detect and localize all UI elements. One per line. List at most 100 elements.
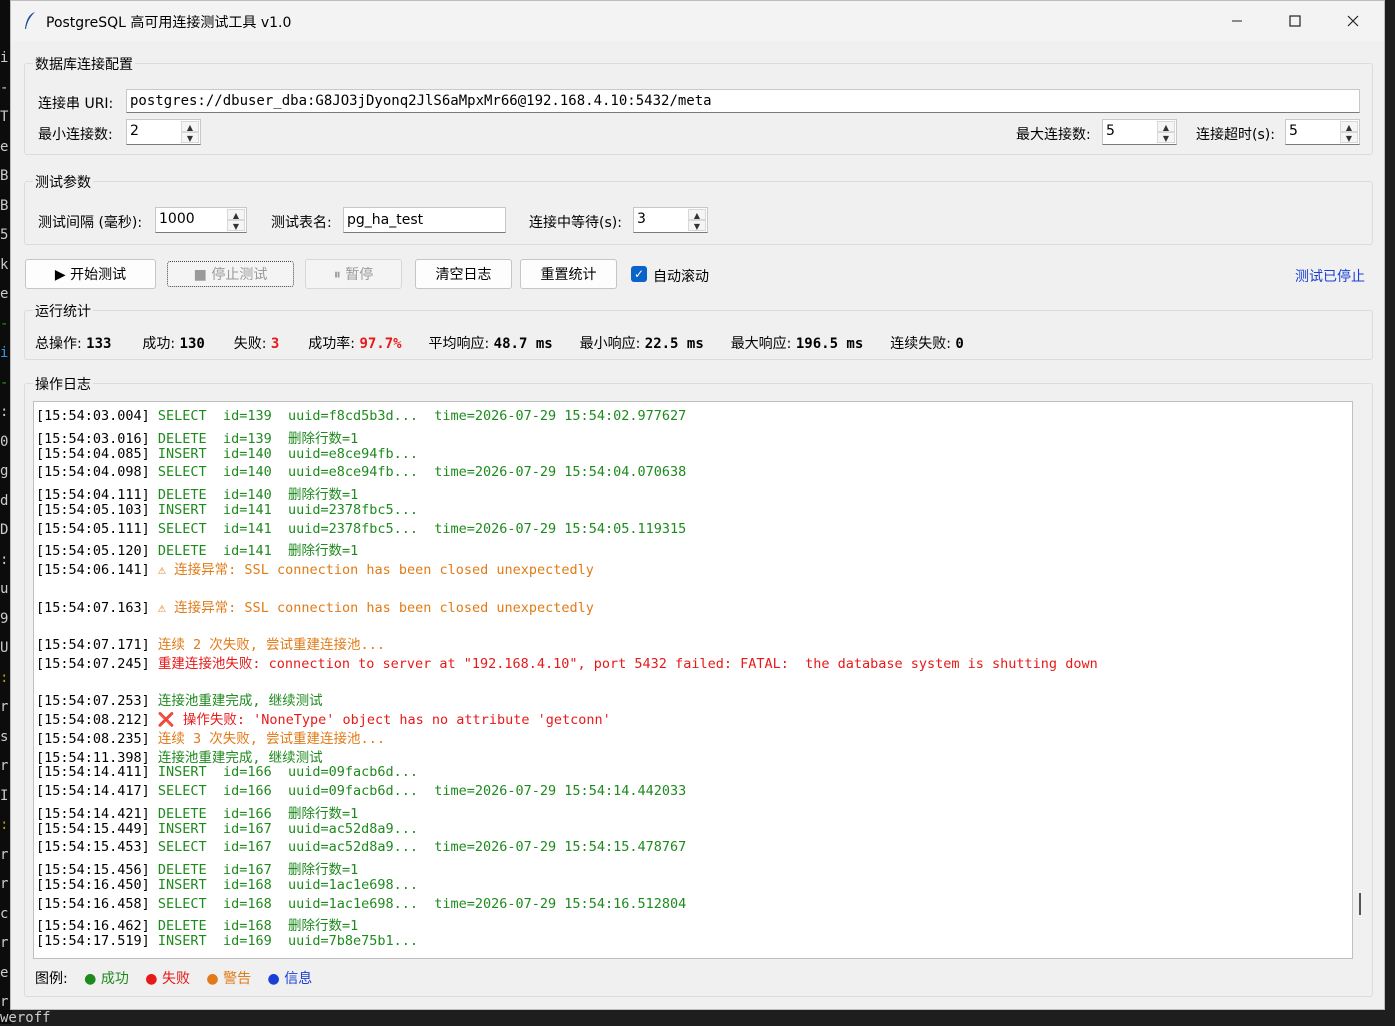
log-line: [15:54:06.141] ⚠ 连接异常: SSL connection ha… — [36, 558, 594, 578]
log-line: [15:54:16.458] SELECT id=168 uuid=1ac1e6… — [36, 896, 686, 915]
log-line: [15:54:16.450] INSERT id=168 uuid=1ac1e6… — [36, 877, 418, 896]
log-line: [15:54:07.253] 连接池重建完成, 继续测试 — [36, 689, 323, 710]
title-bar[interactable]: PostgreSQL 高可用连接测试工具 v1.0 — [11, 1, 1384, 41]
maximize-button[interactable] — [1266, 1, 1324, 41]
log-timestamp: [15:54:06.141] — [36, 562, 158, 578]
spin-down-icon[interactable]: ▼ — [227, 220, 245, 231]
fail-label: 失败: — [233, 336, 267, 352]
log-timestamp: [15:54:16.458] — [36, 895, 158, 912]
minimize-button[interactable] — [1208, 1, 1266, 41]
log-text-area[interactable]: [15:54:03.004] SELECT id=139 uuid=f8cd5b… — [33, 401, 1353, 959]
interval-value: 1000 — [159, 211, 195, 227]
log-line: [15:54:14.411] INSERT id=166 uuid=09facb… — [36, 764, 418, 783]
terminal-char: I — [0, 787, 9, 804]
log-timestamp: [15:54:07.253] — [36, 693, 158, 710]
close-button[interactable] — [1324, 1, 1382, 41]
terminal-char: r — [0, 935, 9, 951]
log-message: SELECT id=167 uuid=ac52d8a9... time=2026… — [157, 839, 687, 856]
table-name-input[interactable]: pg_ha_test — [343, 207, 506, 233]
success-rate-label: 成功率: — [308, 336, 355, 352]
log-line: [15:54:04.085] INSERT id=140 uuid=e8ce94… — [36, 446, 418, 465]
reset-stats-button[interactable]: 重置统计 — [520, 259, 617, 289]
timeout-value: 5 — [1289, 123, 1298, 139]
spin-up-icon[interactable]: ▲ — [1340, 121, 1358, 132]
terminal-char: - — [0, 315, 9, 332]
log-line: [15:54:08.235] 连续 3 次失败, 尝试重建连接池... — [36, 727, 385, 747]
log-line: [15:54:07.163] ⚠ 连接异常: SSL connection ha… — [36, 596, 594, 616]
log-timestamp: [15:54:07.163] — [36, 599, 158, 616]
legend-info: ● 信息 — [267, 971, 313, 987]
log-message: SELECT id=166 uuid=09facb6d... time=2026… — [157, 783, 687, 799]
scrollbar-thumb[interactable] — [1359, 893, 1361, 915]
log-line: [15:54:11.398] 连接池重建完成, 继续测试 — [36, 746, 323, 766]
spin-up-icon[interactable]: ▲ — [181, 121, 199, 132]
log-timestamp: [15:54:16.462] — [36, 918, 158, 935]
log-timestamp: [15:54:14.411] — [36, 764, 158, 781]
timeout-spinbox[interactable]: 5 ▲ ▼ — [1285, 119, 1360, 145]
max-conn-spinbox[interactable]: 5 ▲ ▼ — [1102, 119, 1177, 145]
log-timestamp: [15:54:15.449] — [36, 820, 158, 837]
log-line: [15:54:15.456] DELETE id=167 删除行数=1 — [36, 858, 358, 878]
log-message: SELECT id=168 uuid=1ac1e698... time=2026… — [157, 895, 687, 912]
spin-down-icon[interactable]: ▼ — [688, 220, 706, 231]
legend-label: 图例: — [35, 971, 68, 987]
log-message: 连续 3 次失败, 尝试重建连接池... — [157, 730, 385, 747]
spin-up-icon[interactable]: ▲ — [688, 209, 706, 220]
min-conn-value: 2 — [130, 123, 139, 139]
timeout-label: 连接超时(s): — [1196, 127, 1275, 143]
log-timestamp: [15:54:11.398] — [36, 749, 158, 766]
table-name-label: 测试表名: — [271, 215, 332, 231]
min-conn-spinbox[interactable]: 2 ▲ ▼ — [126, 119, 201, 145]
log-message: INSERT id=166 uuid=09facb6d... — [157, 764, 419, 781]
stop-test-button[interactable]: ■ 停止测试 — [167, 261, 294, 287]
log-message: 连续 2 次失败, 尝试重建连接池... — [157, 637, 385, 653]
log-message: SELECT id=140 uuid=e8ce94fb... time=2026… — [157, 464, 687, 481]
spin-down-icon[interactable]: ▼ — [1157, 132, 1175, 143]
autoscroll-checkbox[interactable]: ✓ — [631, 266, 647, 282]
log-message: DELETE id=140 删除行数=1 — [157, 487, 359, 503]
log-timestamp: [15:54:05.103] — [36, 501, 158, 518]
terminal-char: i — [0, 345, 9, 361]
spin-up-icon[interactable]: ▲ — [227, 209, 245, 220]
success-value: 130 — [179, 336, 205, 352]
max-conn-value: 5 — [1106, 123, 1115, 139]
avg-response-label: 平均响应: — [428, 336, 490, 352]
clear-log-button[interactable]: 清空日志 — [415, 259, 512, 289]
terminal-char: e — [0, 138, 9, 155]
log-scrollbar[interactable] — [1353, 401, 1367, 959]
log-timestamp: [15:54:05.111] — [36, 520, 158, 537]
log-timestamp: [15:54:04.085] — [36, 445, 158, 462]
terminal-char: r — [0, 699, 9, 715]
log-message: DELETE id=168 删除行数=1 — [157, 918, 359, 935]
start-test-button[interactable]: ▶ 开始测试 — [25, 259, 156, 289]
terminal-char: 5 — [0, 227, 9, 243]
spin-up-icon[interactable]: ▲ — [1157, 121, 1175, 132]
min-conn-label: 最小连接数: — [38, 127, 113, 143]
window-title: PostgreSQL 高可用连接测试工具 v1.0 — [46, 15, 292, 31]
min-response-value: 22.5 ms — [644, 336, 704, 352]
maximize-icon — [1289, 15, 1301, 27]
terminal-char: B — [0, 168, 9, 184]
consecutive-fail-value: 0 — [955, 336, 964, 352]
interval-label: 测试间隔 (毫秒): — [38, 215, 143, 231]
autoscroll-label[interactable]: 自动滚动 — [653, 266, 709, 286]
log-line: [15:54:05.120] DELETE id=141 删除行数=1 — [36, 539, 358, 559]
uri-input[interactable]: postgres://dbuser_dba:G8JO3jDyonq2JlS6aM… — [126, 89, 1360, 113]
log-line: [15:54:04.111] DELETE id=140 删除行数=1 — [36, 483, 359, 503]
log-line: [15:54:14.421] DELETE id=166 删除行数=1 — [36, 802, 358, 822]
terminal-char: : — [0, 669, 9, 686]
legend-warning: ● 警告 — [206, 971, 252, 987]
log-timestamp: [15:54:16.450] — [36, 876, 158, 893]
log-line: [15:54:03.016] DELETE id=139 删除行数=1 — [36, 427, 358, 447]
log-line: [15:54:03.004] SELECT id=139 uuid=f8cd5b… — [36, 408, 686, 427]
interval-spinbox[interactable]: 1000 ▲ ▼ — [155, 207, 247, 233]
spin-down-icon[interactable]: ▼ — [1340, 132, 1358, 143]
pause-button[interactable]: ⏸ 暂停 — [305, 259, 402, 289]
terminal-char: k — [0, 256, 9, 273]
wait-spinbox[interactable]: 3 ▲ ▼ — [633, 207, 708, 233]
min-response-label: 最小响应: — [579, 336, 641, 352]
terminal-char: r — [0, 994, 9, 1010]
wait-value: 3 — [637, 211, 646, 227]
spin-down-icon[interactable]: ▼ — [181, 132, 199, 143]
log-line: [15:54:14.417] SELECT id=166 uuid=09facb… — [36, 783, 686, 802]
